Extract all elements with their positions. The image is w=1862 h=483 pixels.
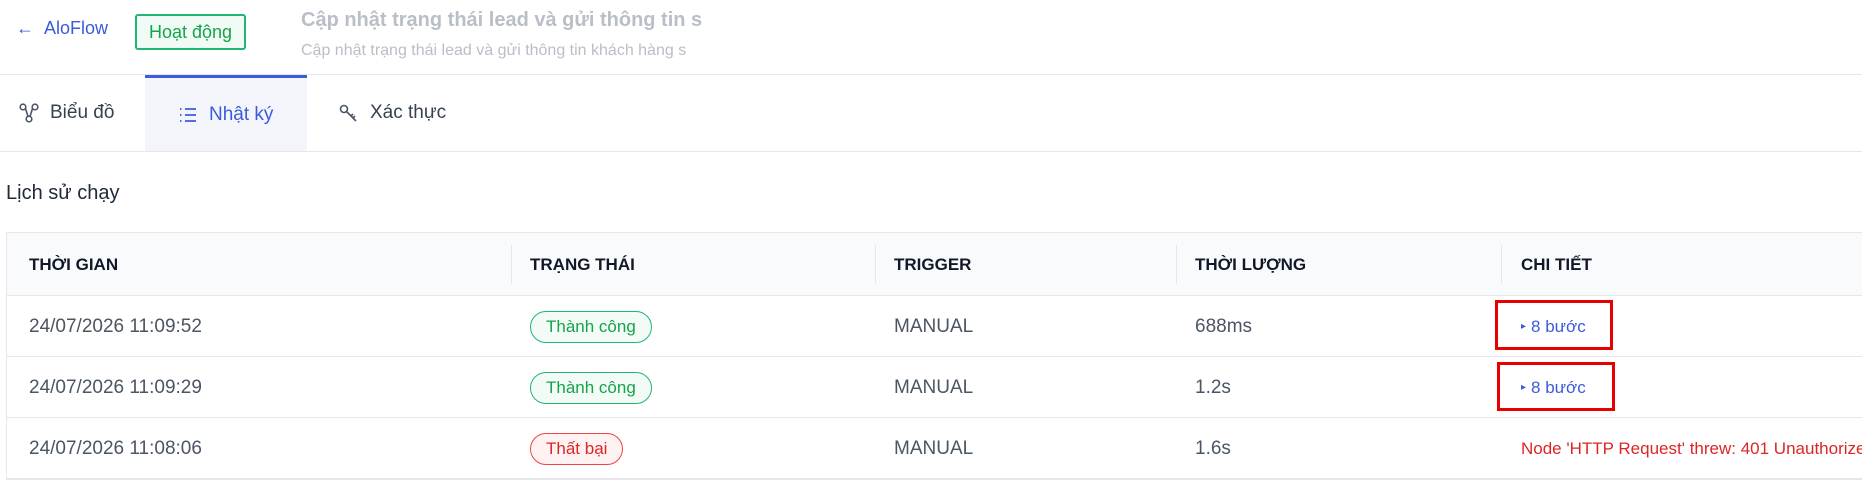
status-pill-fail: Thất bại	[530, 432, 624, 465]
back-link-label: AloFlow	[44, 18, 109, 38]
steps-count: 8 bước	[1531, 377, 1586, 397]
column-header-status: TRẠNG THÁI	[530, 254, 635, 274]
table-row[interactable]: 24/07/2026 11:09:29 Thành công MANUAL 1.…	[7, 357, 1862, 418]
tab-auth[interactable]: Xác thực	[338, 75, 446, 151]
run-detail-cell: ▸ 8 bước	[1521, 296, 1586, 357]
arrow-left-icon: ←	[16, 18, 34, 38]
column-header-time: THỜI GIAN	[29, 254, 119, 274]
run-time: 24/07/2026 11:09:29	[29, 376, 202, 398]
page-header: ← AloFlow Hoạt động Cập nhật trạng thái …	[0, 0, 1862, 75]
tab-diagram-label: Biểu đồ	[50, 102, 115, 123]
caret-right-icon: ▸	[1521, 382, 1527, 393]
column-header-duration: THỜI LƯỢNG	[1195, 254, 1307, 274]
table-header: THỜI GIAN TRẠNG THÁI TRIGGER THỜI LƯỢNG …	[7, 233, 1862, 296]
error-message-text: Node 'HTTP Request' threw: 401 Unauthori…	[1521, 438, 1862, 458]
table-row[interactable]: 24/07/2026 11:08:06 Thất bại MANUAL 1.6s…	[7, 418, 1862, 479]
flow-description[interactable]: Cập nhật trạng thái lead và gửi thông ti…	[301, 40, 705, 62]
steps-toggle-link[interactable]: ▸ 8 bước	[1521, 317, 1586, 337]
tab-diagram[interactable]: Biểu đồ	[18, 75, 114, 151]
status-pill-success: Thành công	[530, 371, 652, 404]
tab-auth-label: Xác thực	[370, 102, 447, 123]
run-duration: 688ms	[1195, 315, 1253, 337]
run-error-message: Node 'HTTP Request' threw: 401 Unauthori…	[1521, 418, 1862, 479]
table-row[interactable]: 24/07/2026 11:09:52 Thành công MANUAL 68…	[7, 296, 1862, 357]
column-header-trigger: TRIGGER	[894, 254, 972, 274]
run-time: 24/07/2026 11:08:06	[29, 437, 202, 459]
run-duration: 1.2s	[1195, 376, 1231, 398]
column-divider[interactable]	[875, 245, 876, 284]
back-link[interactable]: ← AloFlow	[16, 18, 108, 39]
tab-log-label: Nhật ký	[209, 103, 274, 125]
list-icon	[180, 107, 196, 122]
run-trigger: MANUAL	[894, 315, 974, 337]
section-title: Lịch sử chạy	[6, 182, 120, 204]
run-trigger: MANUAL	[894, 376, 974, 398]
run-status-cell: Thành công	[530, 296, 652, 357]
run-status-cell: Thành công	[530, 357, 652, 418]
column-divider[interactable]	[1501, 245, 1502, 284]
key-icon	[339, 104, 357, 122]
run-status-cell: Thất bại	[530, 418, 624, 479]
steps-count: 8 bước	[1531, 316, 1586, 336]
caret-right-icon: ▸	[1521, 321, 1527, 332]
run-time: 24/07/2026 11:09:52	[29, 315, 202, 337]
diagram-icon	[19, 103, 39, 123]
column-header-detail: CHI TIẾT	[1521, 254, 1592, 274]
status-pill-success: Thành công	[530, 310, 652, 343]
flow-name[interactable]: Cập nhật trạng thái lead và gửi thông ti…	[301, 6, 705, 34]
steps-toggle-link[interactable]: ▸ 8 bước	[1521, 378, 1586, 398]
column-divider[interactable]	[1176, 245, 1177, 284]
run-duration: 1.6s	[1195, 437, 1231, 459]
run-detail-cell: ▸ 8 bước	[1521, 357, 1586, 418]
column-divider[interactable]	[511, 245, 512, 284]
status-badge: Hoạt động	[135, 14, 247, 50]
run-trigger: MANUAL	[894, 437, 974, 459]
tab-bar: Biểu đồ Nhật ký Xác thực	[0, 75, 1862, 152]
run-history-table: THỜI GIAN TRẠNG THÁI TRIGGER THỜI LƯỢNG …	[6, 232, 1862, 480]
tab-log[interactable]: Nhật ký	[145, 75, 307, 151]
